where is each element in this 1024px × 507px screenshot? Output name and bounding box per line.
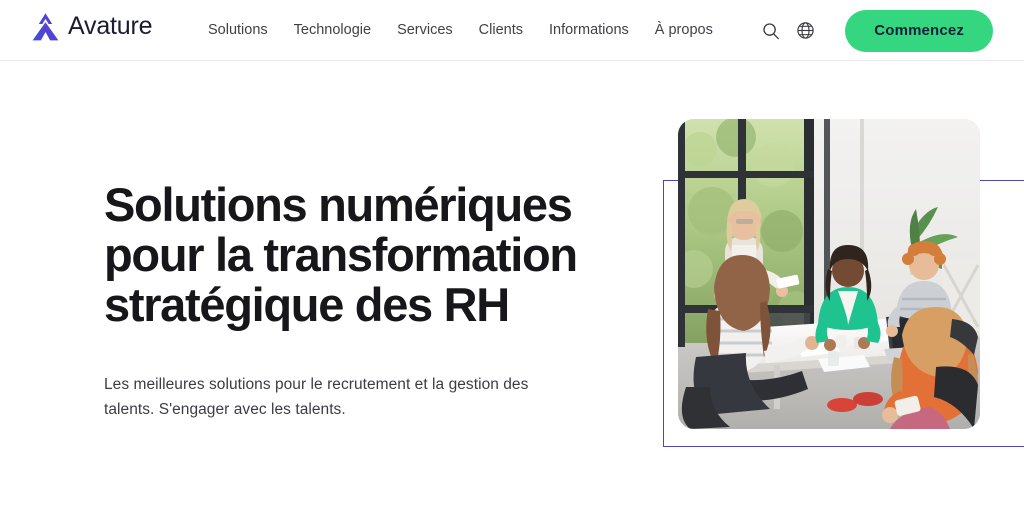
header-actions: Commencez <box>756 0 993 61</box>
hero-section: Solutions numériques pour la transformat… <box>0 61 1024 507</box>
nav-item-solutions[interactable]: Solutions <box>208 20 294 40</box>
main-navigation: Solutions Technologie Services Clients I… <box>208 20 713 40</box>
hero-subtitle: Les meilleures solutions pour le recrute… <box>104 376 529 418</box>
site-header: Avature Solutions Technologie Services C… <box>0 0 1024 61</box>
nav-item-services[interactable]: Services <box>397 20 479 40</box>
get-started-button[interactable]: Commencez <box>845 9 993 52</box>
avature-a-mark-icon <box>32 13 59 41</box>
language-selector-button[interactable] <box>790 16 820 46</box>
nav-item-a-propos[interactable]: À propos <box>655 20 713 40</box>
brand-name: Avature <box>68 12 153 40</box>
hero-photo <box>678 119 980 429</box>
brand-logo-link[interactable]: Avature <box>32 12 153 41</box>
hero-copy: Solutions numériques pour la transformat… <box>104 180 624 422</box>
search-button[interactable] <box>756 16 786 46</box>
nav-item-clients[interactable]: Clients <box>479 20 549 40</box>
nav-item-informations[interactable]: Informations <box>549 20 655 40</box>
search-icon <box>763 22 780 39</box>
hero-media <box>663 119 1024 489</box>
office-meeting-photo-illustration <box>678 119 980 429</box>
page-root: Avature Solutions Technologie Services C… <box>0 0 1024 507</box>
nav-item-technologie[interactable]: Technologie <box>294 20 397 40</box>
hero-title: Solutions numériques pour la transformat… <box>104 178 578 331</box>
globe-icon <box>797 22 814 39</box>
